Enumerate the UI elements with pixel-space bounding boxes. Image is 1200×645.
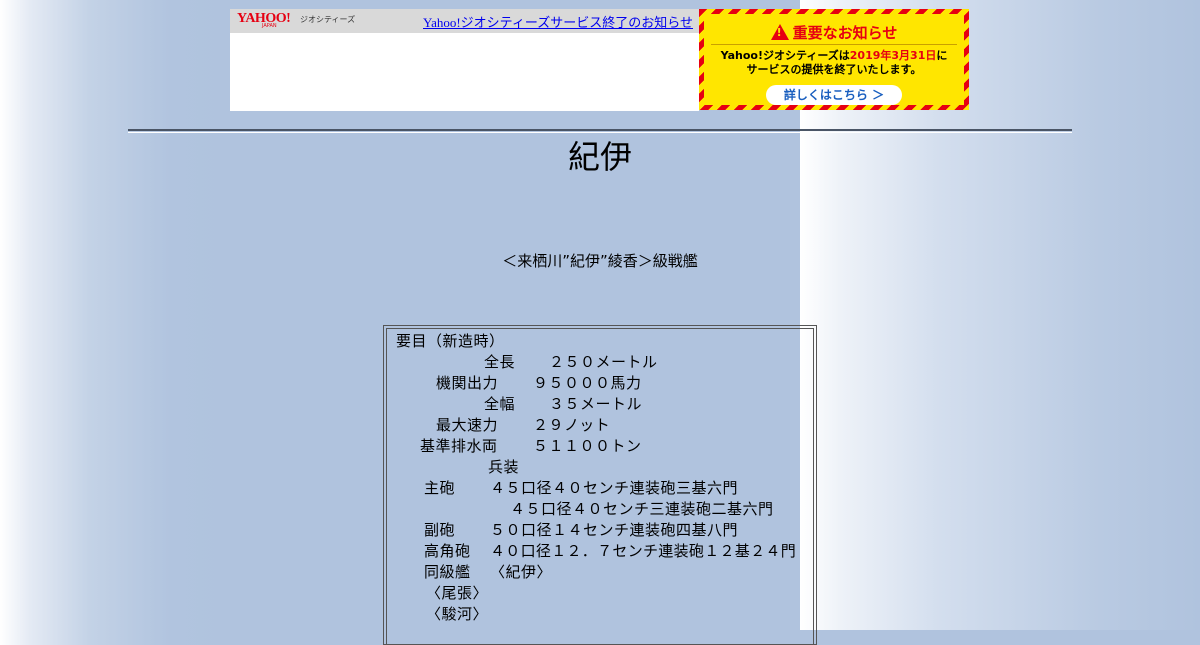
displacement-label: 基準排水両 [420,437,498,455]
spec-table: 要目（新造時） 全長 ２５０メートル 機関出力 ９５０００馬力 全幅 ３５メート… [383,325,817,645]
length-value: ２５０メートル [549,353,658,371]
main-gun-label: 主砲 [424,479,456,497]
aa-gun-value: ４０口径１２．７センチ連装砲１２基２４門 [490,542,797,560]
notice-line1-post: に [936,49,948,62]
details-button[interactable]: 詳しくはこちら ＞ [766,85,902,105]
notice-panel: 重要なお知らせ Yahoo!ジオシティーズは2019年3月31日に サービスの提… [704,14,964,105]
page-title: 紀伊 [567,138,632,176]
service-end-link[interactable]: Yahoo!ジオシティーズサービス終了のお知らせ [423,12,693,31]
armament-label: 兵装 [488,458,520,476]
power-label: 機関出力 [436,374,499,392]
horizontal-rule-highlight [128,132,1072,133]
horizontal-rule [128,129,1072,131]
notice-title-text: 重要なお知らせ [792,24,898,42]
beam-value: ３５メートル [549,395,643,413]
geocities-banner: YAHOO! JAPAN ジオシティーズ Yahoo!ジオシティーズサービス終了… [230,9,699,111]
sister-ship-kii: 〈紀伊〉 [490,563,553,581]
page-subtitle: ＜来栖川”紀伊”綾香＞級戦艦 [502,252,698,270]
notice-title: 重要なお知らせ [704,22,964,43]
speed-value: ２９ノット [533,416,611,434]
main-gun-value-1: ４５口径４０センチ連装砲三基六門 [490,479,739,497]
warning-icon [770,24,789,40]
length-label: 全長 [484,353,516,371]
spec-heading: 要目（新造時） [396,332,505,350]
notice-line2: サービスの提供を終了いたします。 [746,63,922,76]
sister-ships-label: 同級艦 [424,563,471,581]
notice-line1-date: 2019年3月31日 [849,49,937,62]
sister-ship-suruga: 〈駿河〉 [426,605,489,623]
power-value: ９５０００馬力 [533,374,642,392]
main-gun-value-2: ４５口径４０センチ三連装砲二基六門 [510,500,774,518]
sister-ship-owari: 〈尾張〉 [426,584,489,602]
banner-header: YAHOO! JAPAN ジオシティーズ Yahoo!ジオシティーズサービス終了… [230,9,699,33]
service-name: ジオシティーズ [300,15,356,24]
beam-label: 全幅 [484,395,516,413]
notice-divider [711,44,957,45]
aa-gun-label: 高角砲 [424,542,471,560]
speed-label: 最大速力 [436,416,499,434]
notice-text: Yahoo!ジオシティーズは2019年3月31日に サービスの提供を終了いたしま… [704,49,964,77]
secondary-gun-value: ５０口径１４センチ連装砲四基八門 [490,521,739,539]
important-notice-ad[interactable]: 重要なお知らせ Yahoo!ジオシティーズは2019年3月31日に サービスの提… [699,9,969,110]
displacement-value: ５１１００トン [533,437,642,455]
secondary-gun-label: 副砲 [424,521,456,539]
notice-line1-pre: Yahoo!ジオシティーズは [720,49,850,62]
yahoo-logo-sub: JAPAN [262,23,277,29]
